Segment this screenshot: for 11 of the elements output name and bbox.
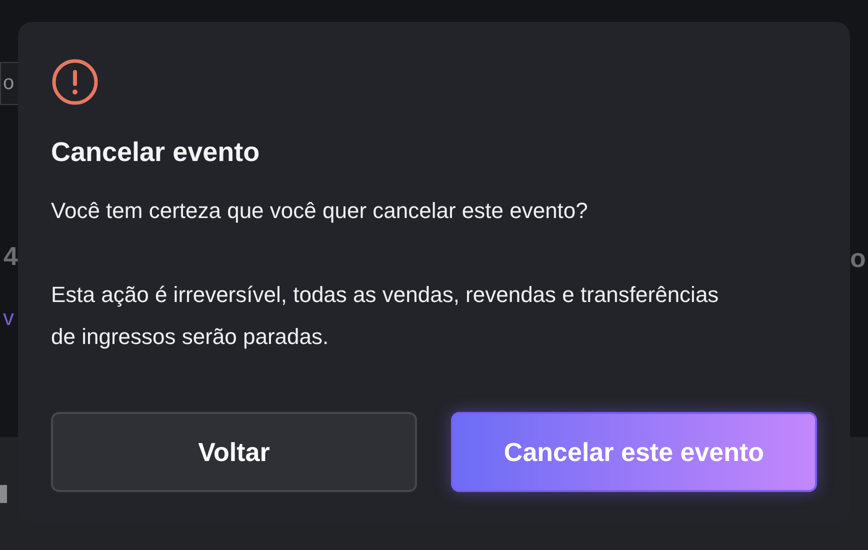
dialog-message: Esta ação é irreversível, todas as vendas, revendas e transferências de ingressos serão paradas.	[51, 281, 720, 351]
warning-icon	[51, 58, 99, 106]
heading-text: o	[850, 243, 866, 273]
heading-text: 4	[4, 241, 18, 271]
bar-icon	[0, 484, 7, 502]
cancel-event-button[interactable]: Cancelar este evento	[451, 412, 817, 492]
text-field[interactable]: o	[0, 62, 18, 105]
link[interactable]: v	[3, 305, 18, 331]
dialog-message: Você tem certeza que você quer cancelar este evento?	[51, 197, 589, 225]
back-button[interactable]: Voltar	[51, 412, 417, 492]
dialog-title: Cancelar evento	[51, 136, 260, 169]
